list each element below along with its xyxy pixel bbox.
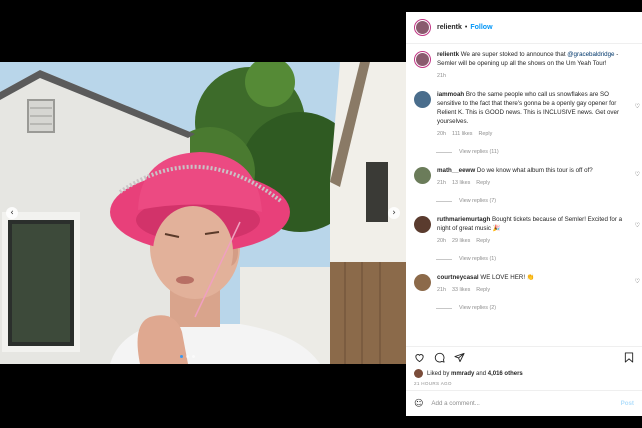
carousel-dot <box>192 355 195 358</box>
comment-time: 20h <box>437 131 446 137</box>
comment-likes[interactable]: 33 likes <box>452 287 470 293</box>
reply-button[interactable]: Reply <box>478 131 492 137</box>
comment-username[interactable]: math__eeww <box>437 167 475 174</box>
caption: relientk We are super stoked to announce… <box>414 50 634 81</box>
liker-username[interactable]: mmrady <box>451 371 474 377</box>
commenter-avatar[interactable] <box>414 274 431 291</box>
view-replies-button[interactable]: View replies (7) <box>436 197 634 206</box>
separator-dot: • <box>464 24 468 31</box>
author-username[interactable]: relientk <box>437 24 462 31</box>
caption-username[interactable]: relientk <box>437 51 459 58</box>
comment-item: courtneycasal WE LOVE HER! 👏 21h 33 likes… <box>414 273 640 295</box>
liker-avatar[interactable] <box>414 369 423 378</box>
post-side-panel: relientk • Follow relientk We are super … <box>406 12 642 416</box>
commenter-avatar[interactable] <box>414 91 431 108</box>
carousel-dot <box>180 355 183 358</box>
post-photo: ‹ › <box>0 62 406 364</box>
carousel-dots <box>180 355 195 358</box>
emoji-smile-icon[interactable]: ☺ <box>414 399 423 409</box>
caption-avatar[interactable] <box>414 51 431 68</box>
reply-button[interactable]: Reply <box>476 287 490 293</box>
caption-time: 21h <box>437 73 446 79</box>
like-comment-heart-icon[interactable]: ♡ <box>635 102 640 111</box>
like-comment-heart-icon[interactable]: ♡ <box>635 277 640 286</box>
caption-mention-link[interactable]: @gracebaldridge <box>567 51 614 58</box>
comment-bubble-icon[interactable] <box>434 352 445 363</box>
comment-likes[interactable]: 29 likes <box>452 238 470 244</box>
post-actions: Liked by mmrady and 4,016 others 21 HOUR… <box>406 346 642 386</box>
comment-item: ruthmariemurtagh Bought tickets because … <box>414 215 640 246</box>
post-header: relientk • Follow <box>406 12 642 44</box>
save-bookmark-icon[interactable] <box>624 351 634 363</box>
author-avatar[interactable] <box>414 19 431 36</box>
likes-count-link[interactable]: 4,016 others <box>488 371 523 377</box>
likes-prefix: Liked by <box>427 370 450 377</box>
view-replies-button[interactable]: View replies (11) <box>436 148 634 157</box>
post-comment-button[interactable]: Post <box>621 400 634 407</box>
comment-time: 20h <box>437 238 446 244</box>
likes-mid: and <box>476 370 487 377</box>
comment-likes[interactable]: 13 likes <box>452 180 470 186</box>
comments-list[interactable]: relientk We are super stoked to announce… <box>406 44 642 346</box>
post-time-ago: 21 HOURS AGO <box>414 381 452 386</box>
view-replies-label: View replies (1) <box>459 256 497 262</box>
comment-item: iammoah Bro the same people who call us … <box>414 90 640 139</box>
comment-text: WE LOVE HER! 👏 <box>480 274 535 281</box>
comment-text: Bro the same people who call us snowflak… <box>437 91 620 125</box>
reply-button[interactable]: Reply <box>476 180 490 186</box>
next-photo-button[interactable]: › <box>388 207 400 219</box>
commenter-avatar[interactable] <box>414 216 431 233</box>
comment-username[interactable]: courtneycasal <box>437 274 479 281</box>
add-comment-input[interactable]: Add a comment... <box>431 400 480 407</box>
commenter-avatar[interactable] <box>414 167 431 184</box>
reply-button[interactable]: Reply <box>476 238 490 244</box>
like-comment-heart-icon[interactable]: ♡ <box>635 170 640 179</box>
comment-username[interactable]: ruthmariemurtagh <box>437 216 490 223</box>
follow-button[interactable]: Follow <box>470 24 492 31</box>
view-replies-label: View replies (7) <box>459 198 497 204</box>
add-comment-bar: ☺ Add a comment... Post <box>406 390 642 416</box>
comment-username[interactable]: iammoah <box>437 91 464 98</box>
comment-text: Do we know what album this tour is off o… <box>476 167 593 174</box>
comment-time: 21h <box>437 180 446 186</box>
likes-summary: Liked by mmrady and 4,016 others <box>414 369 634 378</box>
comment-item: math__eeww Do we know what album this to… <box>414 166 640 188</box>
view-replies-button[interactable]: View replies (2) <box>436 304 634 313</box>
view-replies-label: View replies (2) <box>459 305 497 311</box>
carousel-dot <box>186 355 189 358</box>
like-comment-heart-icon[interactable]: ♡ <box>635 221 640 230</box>
comment-likes[interactable]: 111 likes <box>452 131 472 137</box>
previous-photo-button[interactable]: ‹ <box>6 207 18 219</box>
caption-text-1: We are super stoked to announce that <box>460 51 568 58</box>
view-replies-button[interactable]: View replies (1) <box>436 255 634 264</box>
share-paper-plane-icon[interactable] <box>454 352 465 363</box>
view-replies-label: View replies (11) <box>459 149 499 155</box>
comment-time: 21h <box>437 287 446 293</box>
like-heart-icon[interactable] <box>414 352 425 363</box>
